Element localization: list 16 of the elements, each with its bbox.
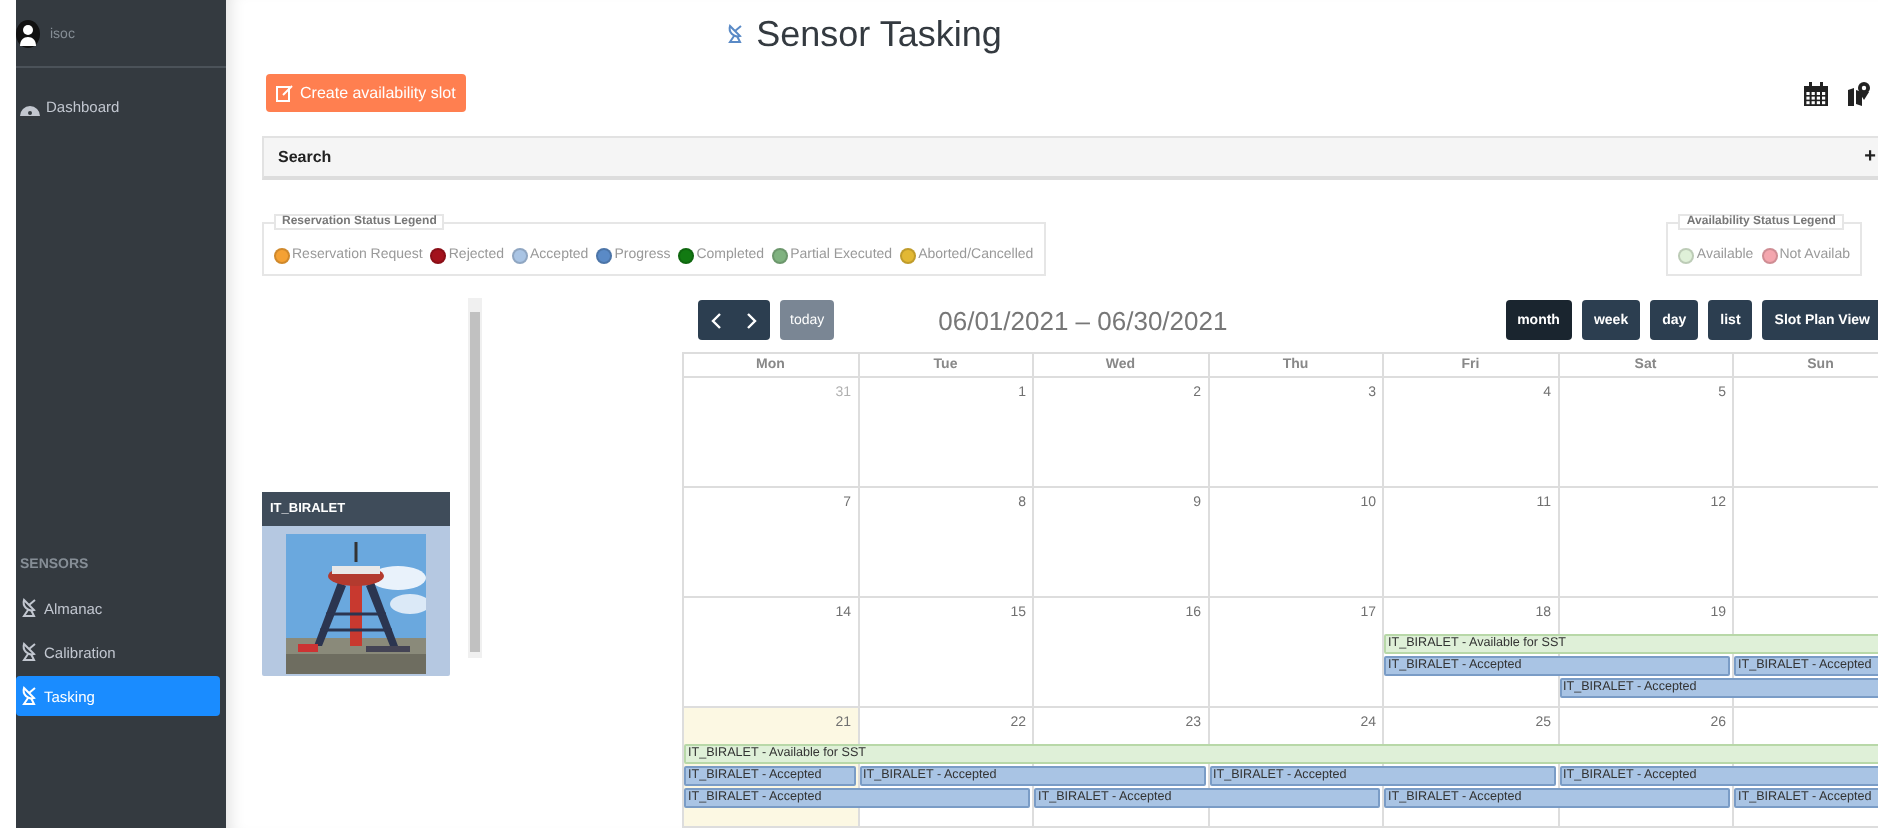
date-range: 06/01/2021 – 06/30/2021 [938, 305, 1228, 335]
satellite-dish-icon [20, 642, 38, 662]
map-marker-icon[interactable] [1848, 80, 1870, 107]
calendar-icon[interactable] [1804, 81, 1828, 106]
page-title: Sensor Tasking [756, 13, 1002, 56]
edit-icon [276, 84, 294, 103]
user-avatar-icon [16, 20, 40, 48]
satellite-dish-icon [726, 24, 745, 45]
search-panel[interactable]: Search + [262, 136, 1878, 180]
search-label: Search [278, 148, 332, 167]
chevron-left-icon [710, 311, 722, 329]
chevron-right-icon [746, 311, 758, 329]
satellite-dish-icon [20, 686, 38, 706]
scrollbar[interactable] [468, 298, 482, 658]
expand-toggle[interactable]: + [1864, 146, 1876, 169]
satellite-dish-icon [20, 598, 38, 618]
